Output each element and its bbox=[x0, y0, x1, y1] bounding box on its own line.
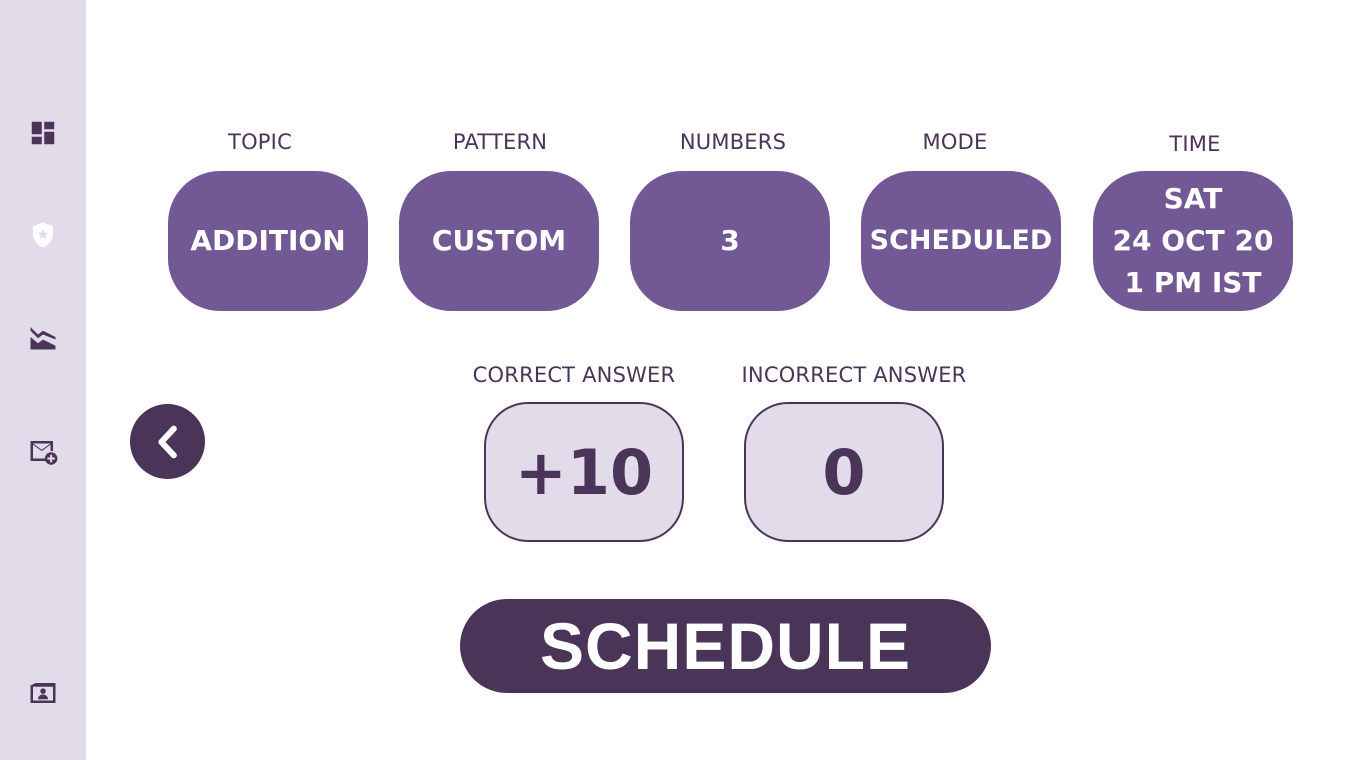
schedule-button[interactable]: SCHEDULE bbox=[460, 599, 991, 693]
pattern-pill[interactable]: CUSTOM bbox=[399, 171, 599, 311]
numbers-pill[interactable]: 3 bbox=[630, 171, 830, 311]
mode-label: MODE bbox=[922, 130, 988, 154]
time-pill[interactable]: SAT 24 OCT 20 1 PM IST bbox=[1093, 171, 1293, 311]
topic-label: TOPIC bbox=[228, 130, 292, 154]
time-date: 24 OCT 20 bbox=[1112, 224, 1274, 257]
back-button[interactable] bbox=[130, 404, 205, 479]
time-hour: 1 PM IST bbox=[1124, 266, 1262, 299]
incorrect-answer-label: INCORRECT ANSWER bbox=[741, 363, 967, 387]
chevron-left-icon bbox=[157, 425, 177, 458]
correct-answer-label: CORRECT ANSWER bbox=[472, 363, 676, 387]
chart-area-icon[interactable] bbox=[26, 320, 60, 354]
time-day: SAT bbox=[1163, 182, 1223, 215]
numbers-label: NUMBERS bbox=[679, 130, 787, 154]
shield-star-icon[interactable] bbox=[26, 218, 60, 252]
time-label: TIME bbox=[1169, 132, 1221, 156]
pattern-label: PATTERN bbox=[452, 130, 548, 154]
contacts-folder-icon[interactable] bbox=[26, 676, 60, 710]
incorrect-answer-box[interactable]: 0 bbox=[744, 402, 944, 542]
dashboard-icon[interactable] bbox=[26, 116, 60, 150]
sidebar bbox=[0, 0, 86, 760]
topic-pill[interactable]: ADDITION bbox=[168, 171, 368, 311]
mail-add-icon[interactable] bbox=[26, 434, 60, 468]
mode-pill[interactable]: SCHEDULED bbox=[861, 171, 1061, 311]
correct-answer-box[interactable]: +10 bbox=[484, 402, 684, 542]
